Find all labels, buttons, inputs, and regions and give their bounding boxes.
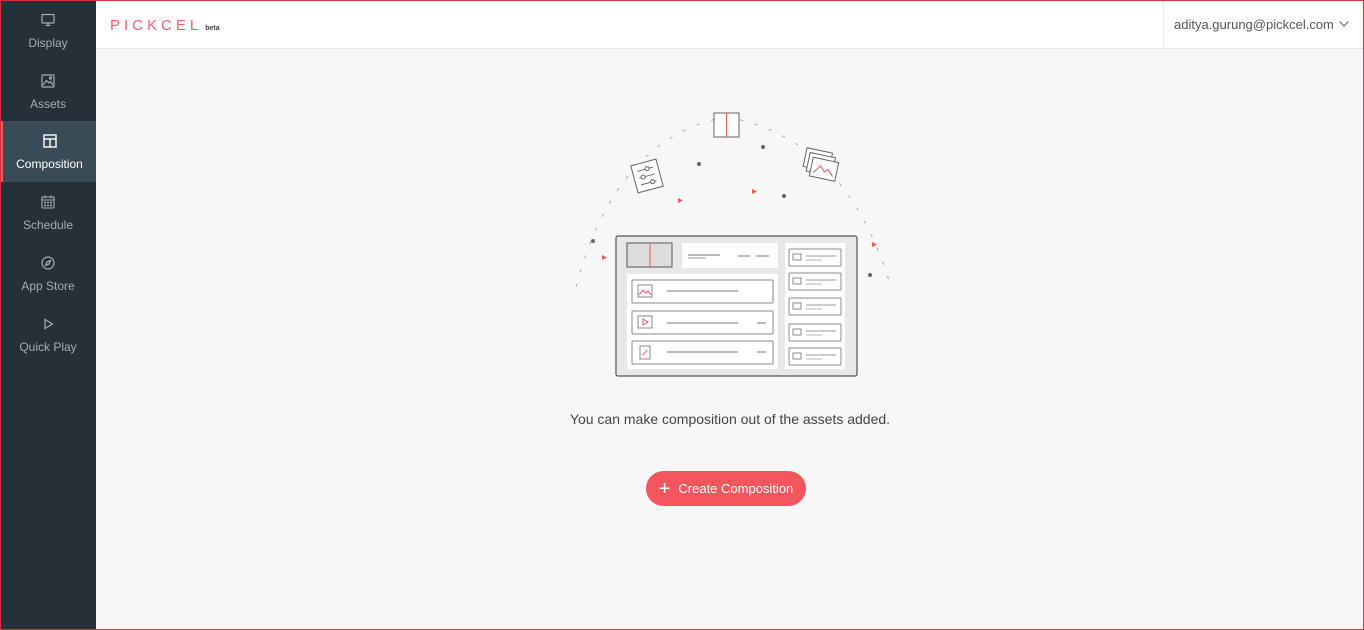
create-composition-label: Create Composition xyxy=(678,481,794,496)
sidebar-item-composition[interactable]: Composition xyxy=(0,121,96,182)
monitor-icon xyxy=(41,13,55,27)
play-icon xyxy=(44,318,54,330)
compass-icon xyxy=(41,256,55,270)
sidebar-item-schedule[interactable]: Schedule xyxy=(0,182,96,243)
image-icon xyxy=(41,74,55,88)
sidebar-item-app-store[interactable]: App Store xyxy=(0,243,96,304)
sidebar-item-label: App Store xyxy=(21,279,75,293)
sidebar-item-label: Composition xyxy=(16,157,83,171)
plus-icon: + xyxy=(658,477,671,500)
sidebar-item-label: Display xyxy=(28,36,68,50)
sidebar-item-assets[interactable]: Assets xyxy=(0,61,96,122)
logo-wordmark: PICKCEL xyxy=(110,17,203,34)
top-header: PICKCEL beta aditya.gurung@pickcel.com xyxy=(96,0,1364,49)
chevron-down-icon xyxy=(1338,20,1349,28)
sidebar-item-display[interactable]: Display xyxy=(0,0,96,61)
pickcel-logo[interactable]: PICKCEL beta xyxy=(110,14,220,34)
composition-illustration xyxy=(575,112,892,377)
main-content: You can make composition out of the asse… xyxy=(96,49,1364,630)
sidebar-item-label: Quick Play xyxy=(19,340,77,354)
sidebar-item-label: Schedule xyxy=(22,218,74,232)
sidebar-item-quick-play[interactable]: Quick Play xyxy=(0,304,96,365)
calendar-icon xyxy=(41,195,55,209)
user-menu[interactable]: aditya.gurung@pickcel.com xyxy=(1163,0,1364,48)
user-email: aditya.gurung@pickcel.com xyxy=(1174,16,1334,32)
sidebar-item-label: Assets xyxy=(29,97,66,111)
create-composition-button[interactable]: + Create Composition xyxy=(646,471,806,506)
layout-icon xyxy=(42,134,57,148)
beta-badge: beta xyxy=(205,25,220,32)
sidebar: Display Assets Composition Schedule App … xyxy=(0,0,96,630)
empty-state-message: You can make composition out of the asse… xyxy=(569,411,891,427)
